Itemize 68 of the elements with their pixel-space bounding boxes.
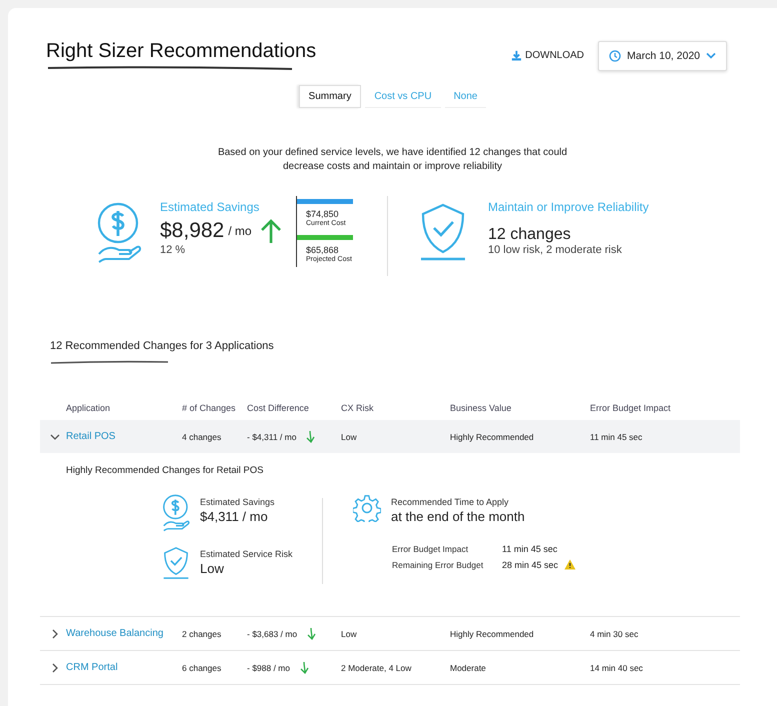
table-cell-text: 2 changes	[182, 628, 222, 638]
coin-hand-icon	[96, 202, 142, 264]
table-cell-text: 4 min 30 sec	[590, 628, 640, 638]
chevron-right-icon[interactable]	[50, 628, 60, 638]
shield-check-icon	[162, 546, 190, 580]
chevron-down-icon[interactable]	[50, 432, 60, 442]
detail-label: Estimated Savings	[200, 497, 275, 507]
arrow-down-icon	[307, 627, 316, 640]
table-cell-text: 6 changes	[182, 662, 222, 672]
table-cell-text: Low	[341, 432, 358, 442]
reliability-label: Maintain or Improve Reliability	[488, 200, 649, 214]
column-header: Cost Difference	[247, 403, 310, 413]
intro-text: Based on your defined service levels, we have identified 12 changes that could decrease costs and maintain or improve reliability	[216, 146, 568, 174]
download-icon	[511, 50, 522, 61]
savings-label: Estimated Savings	[160, 200, 260, 214]
warning-icon	[564, 559, 576, 570]
savings-unit: / mo	[228, 224, 252, 238]
detail-value: at the end of the month	[391, 509, 525, 524]
metric-value: 28 min 45 sec	[502, 560, 558, 570]
arrow-down-icon	[306, 430, 316, 443]
detail-label: Estimated Service Risk	[200, 549, 293, 559]
tab[interactable]: Summary	[298, 85, 362, 108]
column-header: Business Value	[450, 403, 512, 413]
cost-value: $65,868	[306, 245, 340, 255]
table-cell-text: Highly Recommended	[450, 628, 535, 638]
detail-title: Highly Recommended Changes for Retail POS	[66, 465, 264, 476]
column-header: Error Budget Impact	[590, 403, 672, 413]
detail-label: Recommended Time to Apply	[391, 497, 510, 507]
changes-count: 12 changes	[488, 226, 572, 244]
column-header: CX Risk	[341, 403, 375, 413]
table-cell-text: Moderate	[450, 662, 487, 672]
risk-summary: 10 low risk, 2 moderate risk	[488, 244, 623, 256]
metric-label: Remaining Error Budget	[392, 560, 484, 570]
savings-percent: 12 %	[160, 244, 186, 256]
table-cell-text: 2 Moderate, 4 Low	[341, 662, 412, 672]
table-cell: - $3,683 / mo	[247, 628, 298, 638]
chevron-down-icon	[706, 52, 716, 59]
table-cell-text: 4 changes	[182, 432, 222, 442]
section-title: 12 Recommended Changes for 3 Applications	[50, 340, 275, 352]
date-picker[interactable]: March 10, 2020	[598, 40, 727, 70]
clock-icon	[609, 50, 622, 62]
chevron-right-icon[interactable]	[50, 662, 60, 672]
column-header: Application	[66, 403, 112, 413]
metric-value: 11 min 45 sec	[502, 544, 558, 554]
detail-value: $4,311 / mo	[200, 509, 269, 524]
coin-hand-icon	[162, 494, 190, 532]
arrow-down-icon	[300, 661, 309, 674]
tab[interactable]: None	[444, 85, 486, 108]
table-cell: - $988 / mo	[247, 662, 290, 672]
table-cell-text: 14 min 40 sec	[590, 662, 644, 672]
shield-check-icon	[418, 202, 468, 262]
table-cell-text: Highly Recommended	[450, 432, 535, 442]
cost-value: $74,850	[306, 209, 340, 219]
savings-amount: $8,982	[160, 219, 224, 243]
table-cell-text: 11 min 45 sec	[590, 432, 644, 442]
tab[interactable]: Cost vs CPU	[365, 85, 441, 108]
application-link[interactable]: Warehouse Balancing	[66, 628, 182, 639]
table-cell-text: Low	[341, 628, 358, 638]
page-title: Right Sizer Recommendations	[46, 40, 316, 63]
application-link[interactable]: CRM Portal	[66, 662, 182, 673]
application-link[interactable]: Retail POS	[66, 431, 182, 442]
download-button[interactable]: DOWNLOAD	[511, 50, 584, 61]
gear-icon	[353, 494, 381, 522]
metric-label: Error Budget Impact	[392, 544, 470, 554]
arrow-up-icon	[260, 218, 282, 244]
column-header: # of Changes	[182, 403, 237, 413]
table-cell: - $4,311 / mo	[247, 432, 296, 442]
detail-value: Low	[200, 561, 225, 576]
